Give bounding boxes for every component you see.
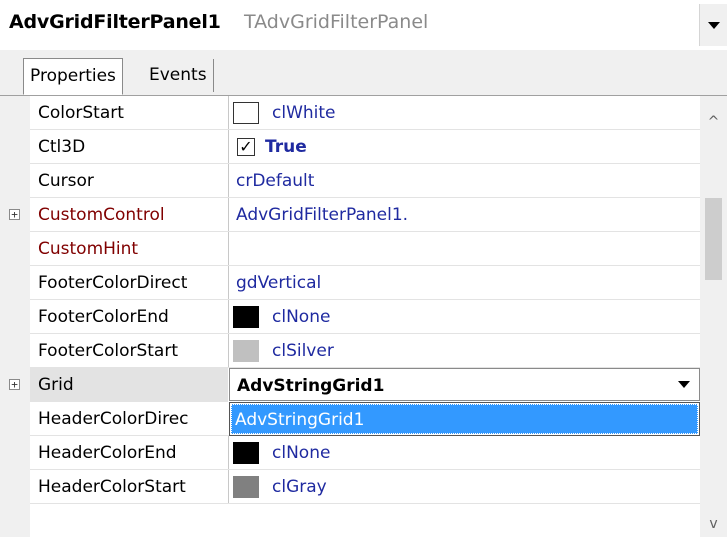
property-value[interactable]: clSilver bbox=[272, 334, 334, 368]
inspector-tabs: Properties Events bbox=[0, 50, 727, 96]
grid-dropdown-list: AdvStringGrid1 bbox=[229, 402, 700, 436]
grid-value-combobox[interactable]: AdvStringGrid1 bbox=[229, 368, 700, 401]
component-type: TAdvGridFilterPanel bbox=[244, 11, 429, 33]
property-name: FooterColorDirect bbox=[38, 273, 188, 293]
component-name: AdvGridFilterPanel1 bbox=[9, 11, 221, 33]
property-name: Grid bbox=[38, 375, 74, 395]
scroll-up-arrow-icon[interactable]: ^ bbox=[700, 112, 727, 132]
color-swatch bbox=[233, 102, 259, 124]
property-row-headercolorend[interactable]: HeaderColorEnd clNone bbox=[0, 436, 700, 470]
column-divider bbox=[228, 130, 229, 164]
property-row-footercolorend[interactable]: FooterColorEnd clNone bbox=[0, 300, 700, 334]
property-name: Ctl3D bbox=[38, 137, 86, 157]
column-divider bbox=[228, 334, 229, 368]
color-swatch bbox=[233, 442, 259, 464]
property-name: FooterColorEnd bbox=[38, 307, 169, 327]
grid-dropdown-button[interactable] bbox=[669, 369, 699, 400]
column-divider bbox=[228, 96, 229, 130]
property-row-colorstart[interactable]: ColorStart clWhite bbox=[0, 96, 700, 130]
property-value[interactable]: AdvStringGrid1 bbox=[237, 369, 384, 403]
color-swatch bbox=[233, 306, 259, 328]
component-selector-dropdown-button[interactable] bbox=[699, 4, 727, 46]
column-divider bbox=[228, 164, 229, 198]
column-divider bbox=[228, 470, 229, 504]
chevron-down-icon bbox=[678, 381, 690, 388]
plus-box-icon[interactable]: + bbox=[9, 379, 20, 390]
component-selector[interactable]: AdvGridFilterPanel1 TAdvGridFilterPanel bbox=[0, 0, 727, 50]
color-swatch bbox=[233, 340, 259, 362]
property-row-headercolorstart[interactable]: HeaderColorStart clGray bbox=[0, 470, 700, 504]
scrollbar-thumb[interactable] bbox=[705, 198, 722, 280]
plus-box-icon[interactable]: + bbox=[9, 209, 20, 220]
row-divider bbox=[30, 503, 700, 504]
vertical-scrollbar[interactable]: ^ v bbox=[700, 96, 727, 537]
ctl3d-checkbox[interactable]: ✓ bbox=[237, 138, 255, 156]
column-divider bbox=[228, 266, 229, 300]
property-value[interactable]: clNone bbox=[272, 300, 330, 334]
property-row-cursor[interactable]: Cursor crDefault bbox=[0, 164, 700, 198]
property-value: True bbox=[265, 137, 307, 157]
property-name: Cursor bbox=[38, 171, 94, 191]
property-name: CustomHint bbox=[38, 239, 139, 259]
column-divider bbox=[228, 300, 229, 334]
column-divider bbox=[228, 232, 229, 266]
property-value[interactable]: clGray bbox=[272, 470, 327, 504]
dropdown-option-advstringgrid1[interactable]: AdvStringGrid1 bbox=[231, 404, 698, 434]
property-value[interactable]: AdvGridFilterPanel1. bbox=[236, 198, 408, 232]
property-name: FooterColorStart bbox=[38, 341, 179, 361]
color-swatch bbox=[233, 476, 259, 498]
property-value[interactable]: crDefault bbox=[236, 164, 314, 198]
property-row-customhint[interactable]: CustomHint bbox=[0, 232, 700, 266]
property-row-customcontrol[interactable]: + CustomControl AdvGridFilterPanel1. bbox=[0, 198, 700, 232]
property-name: HeaderColorEnd bbox=[38, 443, 177, 463]
tab-properties[interactable]: Properties bbox=[23, 58, 123, 95]
property-name: CustomControl bbox=[38, 205, 165, 225]
property-value[interactable]: clNone bbox=[272, 436, 330, 470]
chevron-down-icon bbox=[708, 21, 720, 29]
column-divider bbox=[228, 198, 229, 232]
property-value[interactable]: clWhite bbox=[272, 96, 336, 130]
column-divider bbox=[228, 436, 229, 470]
property-value[interactable]: gdVertical bbox=[236, 266, 321, 300]
property-name: HeaderColorStart bbox=[38, 477, 186, 497]
scroll-down-arrow-icon[interactable]: v bbox=[700, 514, 727, 534]
property-row-footercolorstart[interactable]: FooterColorStart clSilver bbox=[0, 334, 700, 368]
property-grid: ColorStart clWhite Ctl3D ✓ True Cursor c… bbox=[0, 96, 700, 537]
tab-events[interactable]: Events bbox=[143, 59, 214, 92]
property-name: HeaderColorDirec bbox=[38, 409, 189, 429]
property-row-footercolordirection[interactable]: FooterColorDirect gdVertical bbox=[0, 266, 700, 300]
property-name: ColorStart bbox=[38, 103, 124, 123]
property-row-grid[interactable]: + Grid AdvStringGrid1 bbox=[0, 368, 700, 402]
property-row-ctl3d[interactable]: Ctl3D ✓ True bbox=[0, 130, 700, 164]
